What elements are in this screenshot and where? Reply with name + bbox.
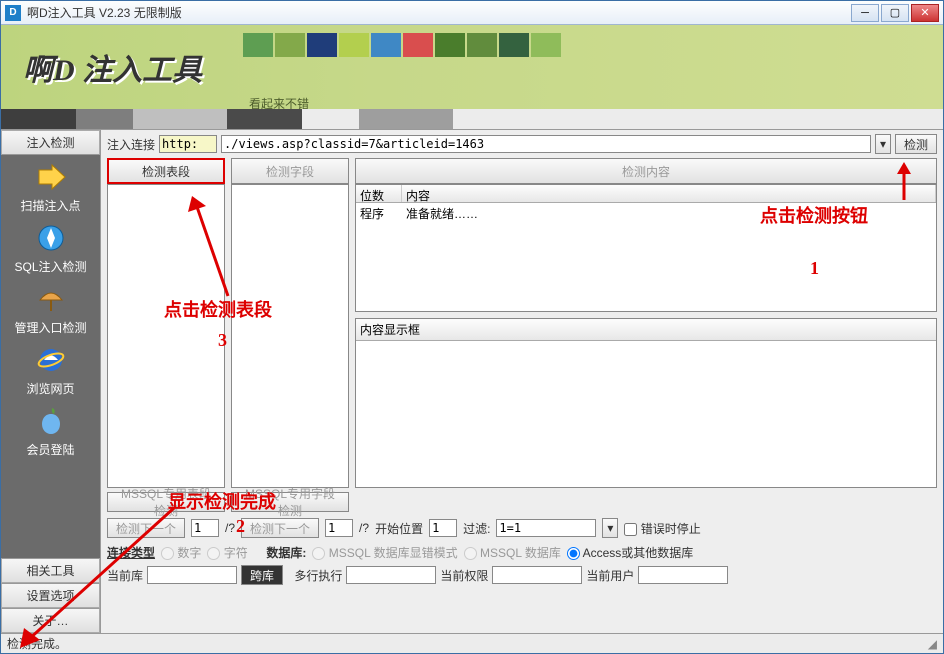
- page-input-2[interactable]: [325, 519, 353, 537]
- sidebar-item-label: 会员登陆: [1, 441, 100, 458]
- url-input[interactable]: [221, 135, 871, 153]
- cur-user-input[interactable]: [638, 566, 728, 584]
- cur-db-label: 当前库: [107, 567, 143, 584]
- resize-grip-icon[interactable]: ◢: [928, 637, 937, 651]
- sidebar-head[interactable]: 注入检测: [1, 130, 100, 155]
- app-icon: D: [5, 5, 21, 21]
- url-dropdown-button[interactable]: ▾: [875, 134, 891, 154]
- mssql-field-button[interactable]: MSSQL专用字段检测: [231, 492, 349, 512]
- sidebar-item-sql[interactable]: SQL注入检测: [1, 222, 100, 275]
- sidebar-item-label: 浏览网页: [1, 380, 100, 397]
- cur-priv-input[interactable]: [492, 566, 582, 584]
- filter-input[interactable]: [496, 519, 596, 537]
- start-pos-label: 开始位置: [375, 520, 423, 537]
- sidebar-foot-settings[interactable]: 设置选项: [1, 583, 100, 608]
- prev-button-1[interactable]: 检测下一个: [107, 518, 185, 538]
- sidebar-item-admin[interactable]: 管理入口检测: [1, 283, 100, 336]
- slash-label-2: /?: [359, 521, 369, 535]
- table-list[interactable]: [107, 184, 225, 488]
- filter-dropdown-button[interactable]: ▾: [602, 518, 618, 538]
- slash-label: /?: [225, 521, 235, 535]
- main-panel: 注入连接 ▾ 检测 检测表段 检测字段 检测内容: [101, 130, 943, 633]
- logo-text: 啊D 注入工具: [23, 45, 202, 89]
- arrow-right-icon: [35, 161, 67, 193]
- conn-char-radio[interactable]: 字符: [207, 544, 247, 561]
- prev-button-2[interactable]: 检测下一个: [241, 518, 319, 538]
- detect-table-button[interactable]: 检测表段: [107, 158, 225, 184]
- apple-icon: [35, 405, 67, 437]
- detect-field-button[interactable]: 检测字段: [231, 158, 349, 184]
- sidebar: 注入检测 扫描注入点 SQL注入检测 管理入口检测 浏览网页: [1, 130, 101, 633]
- db-access-radio[interactable]: Access或其他数据库: [567, 544, 693, 561]
- banner: 啊D 注入工具 看起来不错: [1, 25, 943, 129]
- content-grid[interactable]: 位数 内容 程序 准备就绪……: [355, 184, 937, 312]
- detect-button[interactable]: 检测: [895, 134, 937, 154]
- statusbar: 检测完成。 ◢: [1, 633, 943, 653]
- field-list[interactable]: [231, 184, 349, 488]
- minimize-button[interactable]: ─: [851, 4, 879, 22]
- db-mssql-err-radio[interactable]: MSSQL 数据库显错模式: [312, 544, 457, 561]
- maximize-button[interactable]: ▢: [881, 4, 909, 22]
- compass-icon: [35, 222, 67, 254]
- sidebar-foot-tools[interactable]: 相关工具: [1, 558, 100, 583]
- window-title: 啊D注入工具 V2.23 无限制版: [27, 4, 851, 21]
- sidebar-item-label: 管理入口检测: [1, 319, 100, 336]
- start-pos-input[interactable]: [429, 519, 457, 537]
- cross-db-button[interactable]: 跨库: [241, 565, 283, 585]
- cur-user-label: 当前用户: [586, 567, 634, 584]
- grid-header-pos: 位数: [356, 185, 402, 202]
- conn-type-label: 连接类型: [107, 544, 155, 561]
- sidebar-item-scan[interactable]: 扫描注入点: [1, 161, 100, 214]
- grid-cell-content: 准备就绪……: [402, 203, 482, 224]
- db-mssql-radio[interactable]: MSSQL 数据库: [464, 544, 561, 561]
- page-input-1[interactable]: [191, 519, 219, 537]
- multi-exec-label: 多行执行: [294, 567, 342, 584]
- status-text: 检测完成。: [7, 635, 67, 652]
- cur-db-input[interactable]: [147, 566, 237, 584]
- sidebar-item-label: 扫描注入点: [1, 197, 100, 214]
- conn-num-radio[interactable]: 数字: [161, 544, 201, 561]
- mssql-table-button[interactable]: MSSQL专用表段检测: [107, 492, 225, 512]
- grid-cell-pos: 程序: [356, 203, 402, 224]
- sidebar-foot-about[interactable]: 关于…: [1, 608, 100, 633]
- cur-priv-label: 当前权限: [440, 567, 488, 584]
- filter-label: 过滤:: [463, 520, 490, 537]
- url-label: 注入连接: [107, 136, 155, 153]
- url-scheme-input[interactable]: [159, 135, 217, 153]
- db-type-label: 数据库:: [266, 544, 306, 561]
- multi-exec-input[interactable]: [346, 566, 436, 584]
- detect-content-button[interactable]: 检测内容: [355, 158, 937, 184]
- sidebar-item-browse[interactable]: 浏览网页: [1, 344, 100, 397]
- sidebar-item-label: SQL注入检测: [1, 258, 100, 275]
- ie-icon: [35, 344, 67, 376]
- grid-header-content: 内容: [402, 185, 936, 202]
- sidebar-item-login[interactable]: 会员登陆: [1, 405, 100, 458]
- umbrella-icon: [35, 283, 67, 315]
- titlebar: D 啊D注入工具 V2.23 无限制版 ─ ▢ ✕: [1, 1, 943, 25]
- content-display-header: 内容显示框: [356, 319, 936, 341]
- close-button[interactable]: ✕: [911, 4, 939, 22]
- content-display-box[interactable]: 内容显示框: [355, 318, 937, 488]
- stop-on-error-checkbox[interactable]: 错误时停止: [624, 520, 700, 537]
